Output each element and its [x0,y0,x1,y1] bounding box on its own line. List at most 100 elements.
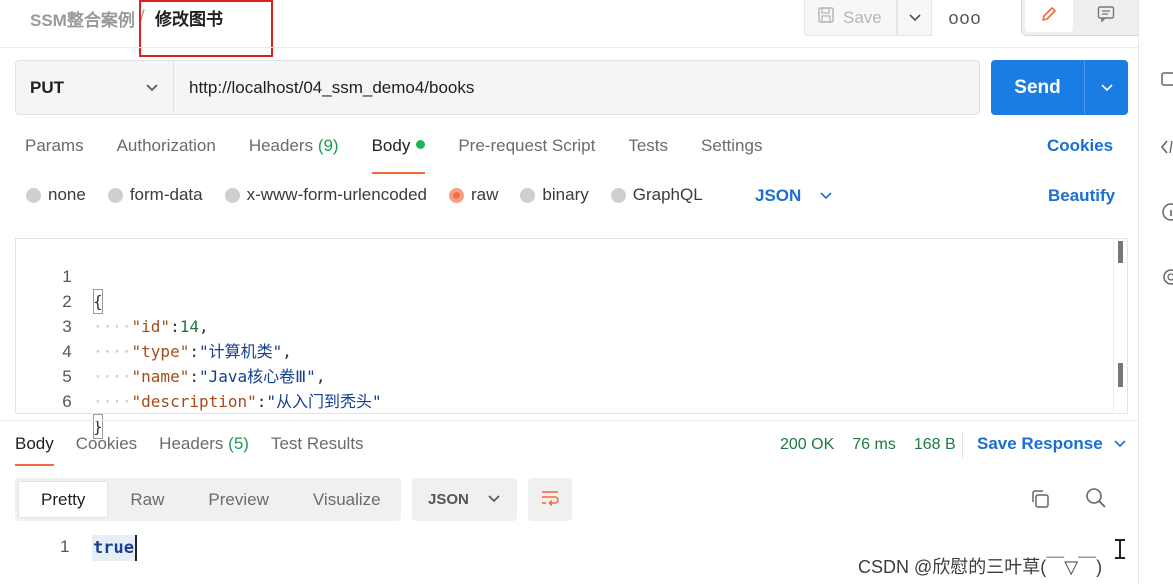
code-line: 6 } [16,364,1112,439]
radio-binary[interactable]: binary [520,185,589,205]
indent-marker: ···· [93,392,132,411]
response-time[interactable]: 76 ms [852,436,896,454]
view-pretty[interactable]: Pretty [18,481,109,518]
send-options-button[interactable] [1084,60,1128,115]
mode-toggle-group [1021,0,1145,36]
tab-body-label: Body [371,136,411,155]
radio-urlencoded[interactable]: x-www-form-urlencoded [224,185,428,205]
status-dot-icon [416,140,426,150]
copy-icon [1029,488,1051,515]
save-icon [817,6,835,29]
save-options-button[interactable] [897,0,932,36]
method-select[interactable]: PUT [15,60,174,115]
more-actions-button[interactable]: ooo [948,6,980,30]
radio-circle [610,187,626,203]
chevron-down-icon [1100,78,1114,98]
view-visualize[interactable]: Visualize [291,481,403,518]
radio-label: none [48,185,86,204]
copy-button[interactable] [1027,488,1053,514]
resp-tab-body[interactable]: Body [15,434,54,466]
text-cursor-icon [1113,538,1127,560]
radio-label: raw [471,185,499,204]
editor-scrollbar[interactable] [1113,239,1128,413]
beautify-button[interactable]: Beautify [1048,186,1115,206]
response-format-select[interactable]: JSON [412,478,517,521]
tab-body[interactable]: Body [371,136,426,174]
chevron-down-icon [145,78,159,98]
chevron-down-icon [908,8,922,28]
tab-headers[interactable]: Headers (9) [249,136,339,160]
code-line: 5 ····"description":"从入门到秃头" [16,339,1112,411]
highlight-annotation-box [139,0,273,57]
code-icon[interactable] [1159,137,1173,162]
line-number: 6 [62,392,72,411]
response-tabs: Body Cookies Headers (5) Test Results [15,434,386,466]
tab-settings[interactable]: Settings [701,136,762,160]
right-sidebar [1138,0,1173,584]
resp-tab-headers-label: Headers [159,434,224,453]
breadcrumb-collection[interactable]: SSM整合案例 [30,6,135,31]
json-value: "从入门到秃头" [266,392,382,411]
radio-label: binary [542,185,589,204]
search-button[interactable] [1082,486,1110,514]
line-number: 1 [60,537,70,556]
send-button-group: Send [991,60,1128,115]
tab-authorization[interactable]: Authorization [117,136,216,160]
radio-circle [26,187,41,203]
code-content: ····"description":"从入门到秃头" [93,392,382,411]
save-response-button[interactable]: Save Response [977,434,1127,454]
code-line: 4 ····"name":"Java核心卷Ⅲ", [16,314,1112,386]
tab-pre-request-script[interactable]: Pre-request Script [458,136,595,160]
resp-tab-test-results[interactable]: Test Results [271,434,364,454]
cookies-link[interactable]: Cookies [1047,136,1113,156]
radio-circle [520,187,536,203]
body-type-options: none form-data x-www-form-urlencoded raw… [26,185,725,205]
code-line: 3 ····"type":"计算机类", [16,289,1112,361]
raw-format-select[interactable]: JSON [755,186,833,206]
resp-tab-headers[interactable]: Headers (5) [159,434,249,454]
radio-circle-selected [449,187,465,203]
code-line: 1 { [16,239,1112,314]
tab-params[interactable]: Params [25,136,84,160]
response-meta: 200 OK 76 ms 168 B [780,436,956,454]
response-body-value: true [92,535,137,561]
send-button[interactable]: Send [991,77,1084,99]
radio-none[interactable]: none [26,185,86,205]
raw-format-label: JSON [755,186,802,205]
view-preview[interactable]: Preview [186,481,290,518]
radio-form-data[interactable]: form-data [107,185,203,205]
documentation-mode-button[interactable] [1076,0,1136,32]
editor-divider[interactable] [0,420,1138,421]
headers-count-badge: (9) [317,136,339,155]
radio-label: GraphQL [632,185,703,204]
radio-graphql[interactable]: GraphQL [610,185,703,205]
wrap-lines-button[interactable] [528,478,572,521]
radio-circle [224,187,240,203]
edit-mode-button[interactable] [1025,0,1073,32]
scroll-thumb-top[interactable] [1118,241,1123,263]
chevron-down-icon [1113,434,1127,454]
view-raw[interactable]: Raw [108,481,186,518]
response-size[interactable]: 168 B [914,436,956,454]
pencil-icon [1039,4,1059,29]
info-icon[interactable] [1159,202,1173,227]
top-divider [0,47,1138,48]
url-input[interactable]: http://localhost/04_ssm_demo4/books [174,60,980,115]
scroll-thumb-bottom[interactable] [1118,363,1123,387]
radio-circle [107,187,123,203]
resp-tab-cookies[interactable]: Cookies [76,434,137,454]
radio-label: x-www-form-urlencoded [246,185,428,204]
comments-icon[interactable] [1159,70,1173,95]
status-code[interactable]: 200 OK [780,436,834,454]
radio-raw[interactable]: raw [449,185,498,205]
save-button[interactable]: Save [804,0,897,36]
method-label: PUT [30,77,64,97]
tab-tests[interactable]: Tests [628,136,668,160]
comment-icon [1096,4,1116,29]
wrap-lines-icon [539,487,561,512]
resp-headers-count-badge: (5) [228,434,249,453]
request-body-editor[interactable]: 1 { 2 ····"id":14, 3 ····"type":"计算机类", … [15,238,1128,439]
save-label: Save [843,7,882,27]
related-icon[interactable] [1159,267,1173,292]
code-line: 2 ····"id":14, [16,264,1112,336]
